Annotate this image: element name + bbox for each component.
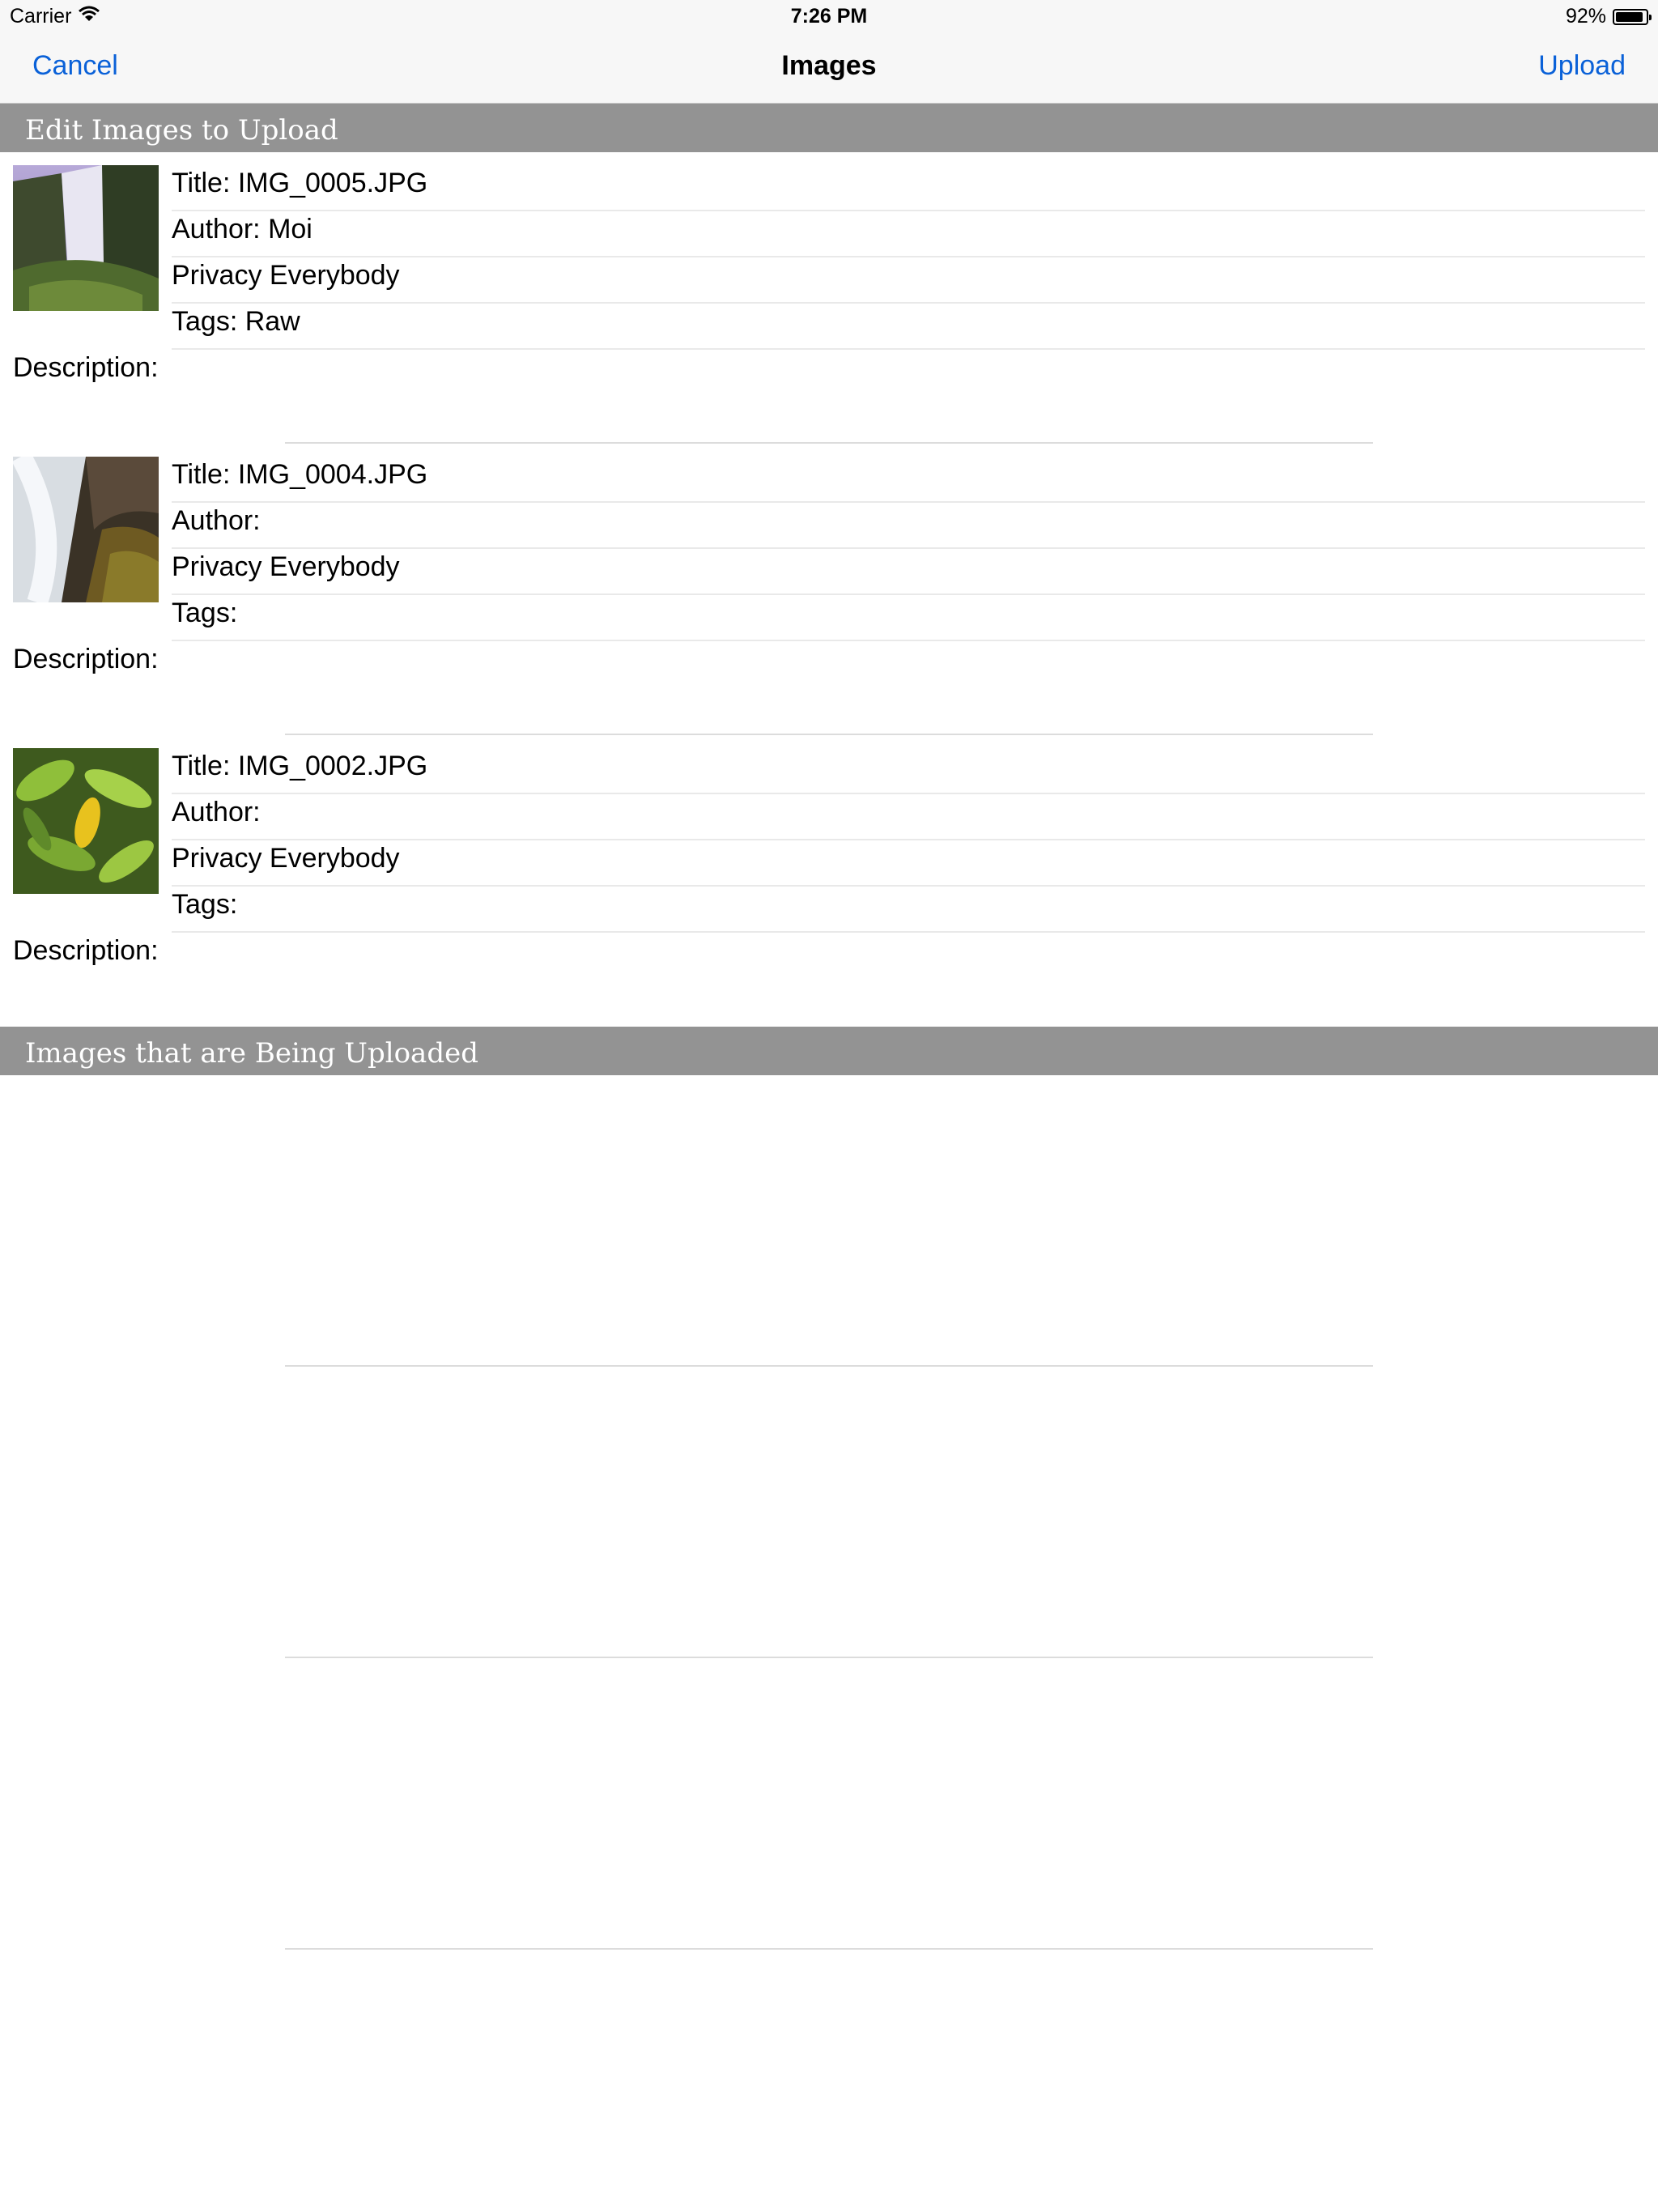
item-divider [285, 442, 1373, 444]
battery-percent: 92% [1565, 5, 1606, 28]
privacy-field[interactable]: Privacy Everybody [172, 257, 1645, 304]
privacy-field[interactable]: Privacy Everybody [172, 840, 1645, 887]
page-title: Images [781, 50, 877, 81]
row-divider [285, 1657, 1373, 1658]
image-item: Title: IMG_0005.JPG Author: Moi Privacy … [0, 165, 1658, 457]
row-divider [285, 1948, 1373, 1950]
description-field[interactable]: Description: [13, 933, 1645, 1023]
tags-field[interactable]: Tags: Raw [172, 304, 1645, 350]
privacy-field[interactable]: Privacy Everybody [172, 549, 1645, 595]
section-header-edit: Edit Images to Upload [0, 104, 1658, 152]
status-bar: Carrier 7:26 PM 92% [0, 0, 1658, 32]
item-divider [285, 734, 1373, 735]
battery-fill [1616, 11, 1643, 22]
waterfall-photo-icon [13, 165, 159, 311]
image-item: Title: IMG_0002.JPG Author: Privacy Ever… [0, 748, 1658, 1040]
author-field[interactable]: Author: Moi [172, 211, 1645, 257]
image-thumbnail[interactable] [13, 457, 159, 602]
title-field[interactable]: Title: IMG_0005.JPG [172, 165, 1645, 211]
battery-cap [1649, 14, 1652, 20]
description-field[interactable]: Description: [13, 641, 1645, 732]
status-right: 92% [1565, 5, 1652, 28]
status-time: 7:26 PM [790, 5, 868, 28]
tags-field[interactable]: Tags: [172, 595, 1645, 641]
waterfall-photo-icon [13, 457, 159, 602]
title-field[interactable]: Title: IMG_0004.JPG [172, 457, 1645, 503]
row-divider [285, 1365, 1373, 1367]
battery-icon [1613, 8, 1652, 25]
image-thumbnail[interactable] [13, 165, 159, 311]
leaves-photo-icon [13, 748, 159, 894]
upload-button[interactable]: Upload [1538, 50, 1626, 82]
image-thumbnail[interactable] [13, 748, 159, 894]
section-header-uploading: Images that are Being Uploaded [0, 1027, 1658, 1075]
tags-field[interactable]: Tags: [172, 887, 1645, 933]
author-field[interactable]: Author: [172, 794, 1645, 840]
author-field[interactable]: Author: [172, 503, 1645, 549]
navigation-bar: Cancel Images Upload [0, 32, 1658, 104]
title-field[interactable]: Title: IMG_0002.JPG [172, 748, 1645, 794]
description-field[interactable]: Description: [13, 350, 1645, 440]
image-item: Title: IMG_0004.JPG Author: Privacy Ever… [0, 457, 1658, 748]
